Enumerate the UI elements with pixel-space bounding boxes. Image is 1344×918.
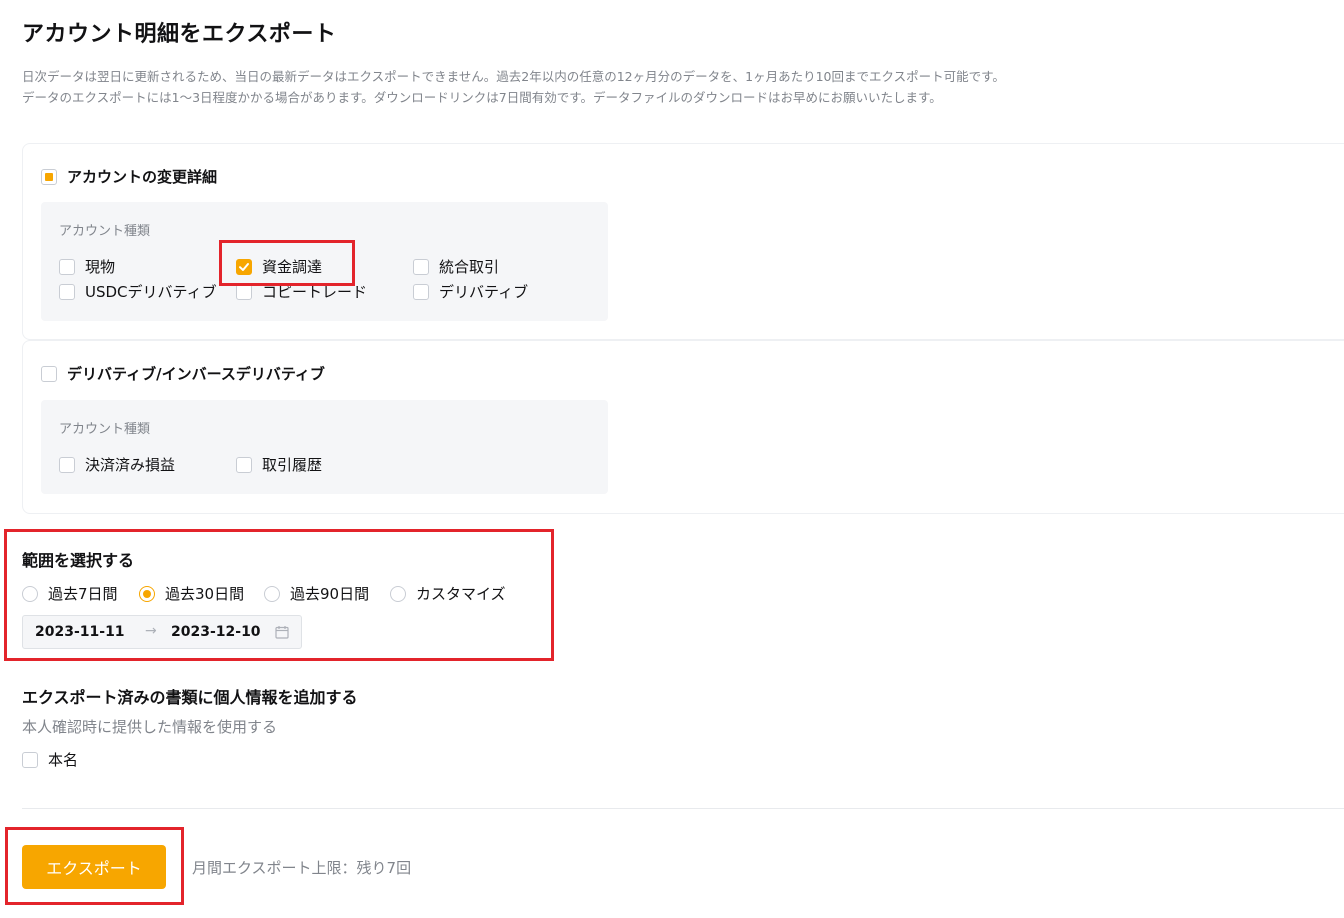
personal-info-subtitle: 本人確認時に提供した情報を使用する: [22, 718, 278, 736]
option-label: 取引履歴: [262, 456, 323, 474]
unified-checkbox[interactable]: [413, 258, 429, 275]
highlight-box-funding: [219, 240, 355, 286]
trade-history-checkbox[interactable]: [236, 456, 252, 473]
option-spot[interactable]: 現物: [59, 256, 115, 277]
page-title: アカウント明細をエクスポート: [22, 22, 337, 47]
account-type-label: アカウント種類: [59, 422, 151, 437]
real-name-checkbox[interactable]: [22, 751, 38, 768]
personal-info-title: エクスポート済みの書類に個人情報を追加する: [22, 688, 358, 707]
option-derivatives[interactable]: デリバティブ: [413, 281, 528, 302]
account-changes-header[interactable]: アカウントの変更詳細: [41, 166, 217, 187]
option-unified[interactable]: 統合取引: [413, 256, 499, 277]
option-label: USDCデリバティブ: [85, 283, 217, 301]
description-line-1: 日次データは翌日に更新されるため、当日の最新データはエクスポートできません。過去…: [22, 69, 1005, 84]
option-label: 本名: [48, 751, 79, 769]
derivatives-account-type-panel: [41, 400, 608, 494]
export-limit-text: 月間エクスポート上限：残り7回: [192, 859, 412, 877]
highlight-box-range: [4, 529, 554, 661]
spot-checkbox[interactable]: [59, 258, 75, 275]
account-changes-checkbox[interactable]: [41, 168, 57, 185]
account-type-label: アカウント種類: [59, 224, 151, 239]
option-trade-history[interactable]: 取引履歴: [236, 454, 322, 475]
account-changes-title: アカウントの変更詳細: [67, 168, 218, 186]
description-line-2: データのエクスポートには1～3日程度かかる場合があります。ダウンロードリンクは7…: [22, 90, 942, 105]
derivatives-group-checkbox[interactable]: [41, 365, 57, 382]
highlight-box-export: [5, 827, 184, 905]
option-label: 決済済み損益: [85, 456, 176, 474]
closed-pnl-checkbox[interactable]: [59, 456, 75, 473]
option-label: デリバティブ: [439, 283, 529, 301]
option-label: 統合取引: [439, 258, 500, 276]
divider: [22, 808, 1344, 809]
option-closed-pnl[interactable]: 決済済み損益: [59, 454, 175, 475]
derivatives-checkbox[interactable]: [413, 283, 429, 300]
option-usdc-derivatives[interactable]: USDCデリバティブ: [59, 281, 217, 302]
derivatives-header[interactable]: デリバティブ/インバースデリバティブ: [41, 363, 325, 384]
usdc-derivatives-checkbox[interactable]: [59, 283, 75, 300]
option-label: 現物: [85, 258, 116, 276]
option-real-name[interactable]: 本名: [22, 749, 78, 770]
derivatives-title: デリバティブ/インバースデリバティブ: [67, 365, 325, 383]
